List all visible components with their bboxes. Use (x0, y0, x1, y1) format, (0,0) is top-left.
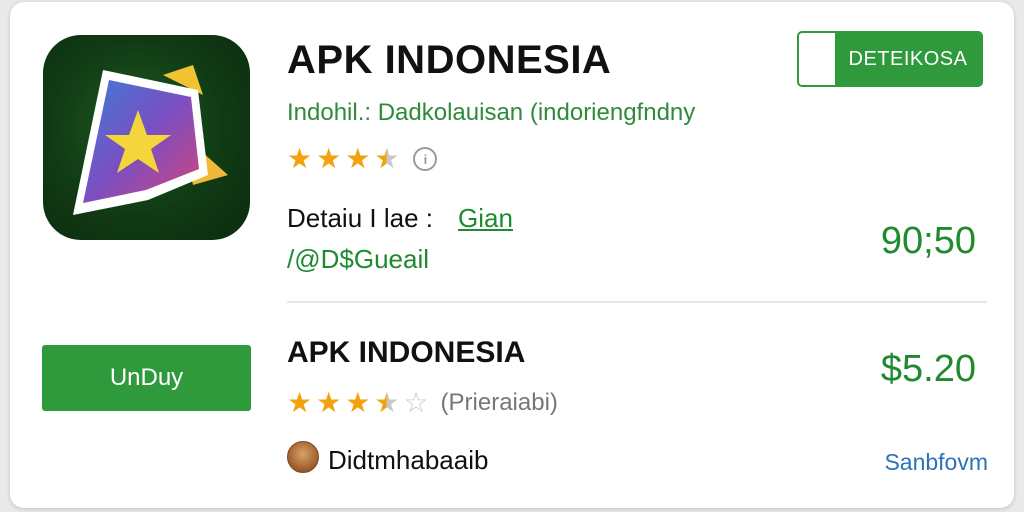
info-icon[interactable]: i (413, 147, 438, 171)
app-subtitle: Indohil.: Dadkolauisan (indoriengfndny (287, 99, 696, 126)
detail-value: /@D$Gueail (287, 244, 430, 274)
star-icon: ★ (316, 387, 342, 418)
star-icon: ★ (287, 143, 313, 174)
detail-button-label: DETEIKOSA (835, 33, 981, 85)
empty-star-icon: ☆ (403, 387, 429, 418)
divider (287, 301, 987, 303)
platform-link[interactable]: Sanbfovm (884, 449, 988, 476)
half-star-icon: ★ (374, 387, 400, 418)
rating-text: (Prieraiabi) (440, 389, 558, 416)
avatar (287, 441, 319, 473)
app-title: APK INDONESIA (287, 38, 612, 82)
listing-rating-stars: ★ ★ ★ ★ ☆ (Prieraiabi) (287, 389, 558, 417)
star-icon: ★ (345, 143, 371, 174)
listing-title: APK INDONESIA (287, 336, 526, 369)
author-name: Didtmhabaaib (328, 445, 489, 475)
detail-label: Detaiu I lae : (287, 203, 433, 233)
app-rating-stars: ★ ★ ★ ★ i (287, 143, 438, 174)
listing-price: $5.20 (880, 348, 976, 390)
star-icon: ★ (345, 387, 371, 418)
half-star-icon: ★ (374, 143, 400, 174)
download-button[interactable]: UnDuy (42, 345, 251, 411)
app-logo-icon[interactable] (43, 35, 250, 240)
app-price: 90;50 (880, 220, 976, 262)
detail-button[interactable]: DETEIKOSA (797, 31, 983, 87)
star-icon: ★ (287, 387, 313, 418)
detail-link[interactable]: Gian (458, 203, 513, 234)
star-icon: ★ (316, 143, 342, 174)
